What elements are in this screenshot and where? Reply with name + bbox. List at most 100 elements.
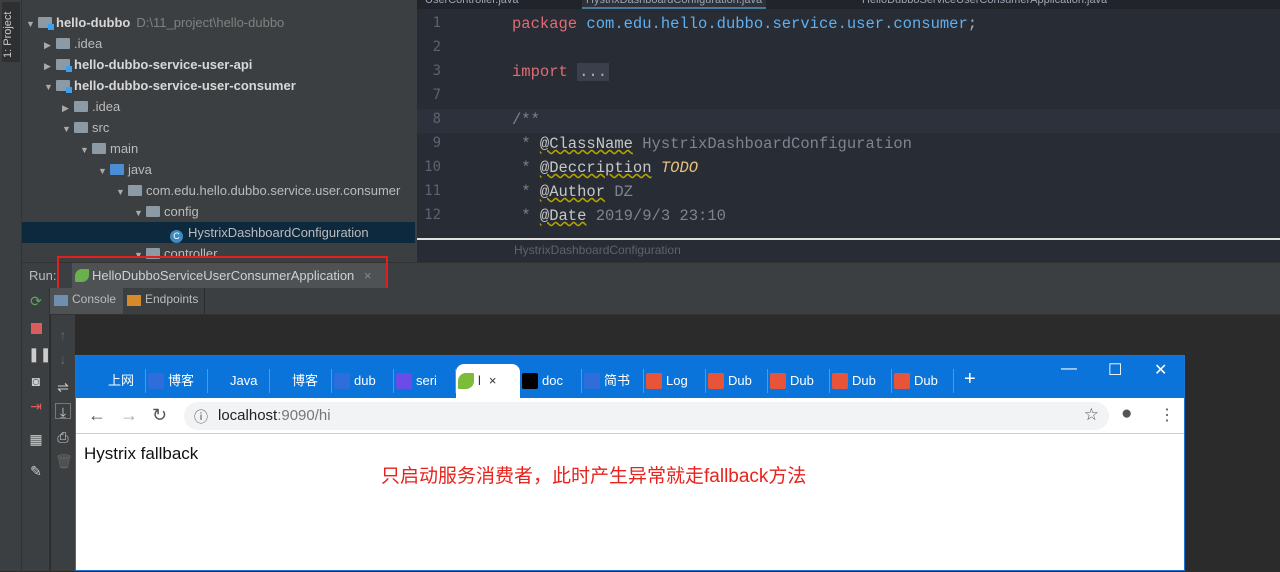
tree-row[interactable]: ▼ hello-dubbo-service-user-consumer xyxy=(22,75,415,96)
tree-row[interactable]: ▶ .idea xyxy=(22,96,415,117)
close-window-icon[interactable]: ✕ xyxy=(1154,360,1167,380)
minimize-icon[interactable]: — xyxy=(1061,360,1077,378)
browser-tab[interactable]: seri xyxy=(394,369,456,393)
browser-tab[interactable]: 简书 xyxy=(582,369,644,393)
pin-icon[interactable]: ✎ xyxy=(28,463,44,479)
code-line: * @ClassName HystrixDashboardConfigurati… xyxy=(512,135,912,153)
package-icon xyxy=(128,185,142,196)
jianshu-icon xyxy=(832,373,848,389)
pause-icon[interactable]: ❚❚ xyxy=(28,346,51,362)
browser-tab[interactable]: Java xyxy=(208,369,270,393)
back-icon[interactable]: ← xyxy=(88,405,106,426)
forward-icon[interactable]: → xyxy=(120,405,138,426)
tree-row[interactable]: ▶ .idea xyxy=(22,33,415,54)
menu-icon[interactable]: ⋮ xyxy=(1159,405,1175,425)
tree-row-selected[interactable]: C HystrixDashboardConfiguration xyxy=(22,222,415,243)
browser-tab[interactable]: Log xyxy=(644,369,706,393)
browser-tab[interactable]: 上网 xyxy=(86,369,146,393)
tree-row[interactable]: ▼ main xyxy=(22,138,415,159)
folder-icon xyxy=(92,143,106,154)
browser-tab[interactable]: Dub xyxy=(706,369,768,393)
tree-row[interactable]: ▼ config xyxy=(22,201,415,222)
editor-tab[interactable]: HelloDubboServiceUserConsumerApplication… xyxy=(862,0,1107,9)
a-icon xyxy=(522,373,538,389)
module-folder-icon xyxy=(56,80,72,93)
baidu-icon xyxy=(584,373,600,389)
line-number: 7 xyxy=(432,87,441,103)
run-subtabs: Console Endpoints xyxy=(50,288,1280,315)
browser-tab-label: doc xyxy=(542,373,563,388)
run-label: Run: xyxy=(29,268,57,283)
tree-row[interactable]: ▼ src xyxy=(22,117,415,138)
browser-tab-strip: 上网 博客 Java 博客 dub seri l × doc 简书 Log Dub Dub Dub Dub +… xyxy=(76,356,1184,398)
rerun-icon[interactable]: ⟳ xyxy=(28,293,44,309)
browser-tab-label: Dub xyxy=(852,373,876,388)
reload-icon[interactable]: ↻ xyxy=(152,405,167,426)
layout-icon[interactable]: ▦ xyxy=(28,431,44,447)
folder-icon xyxy=(74,101,88,112)
console-tab[interactable]: Console xyxy=(50,288,123,314)
browser-tab[interactable]: Dub xyxy=(892,369,954,393)
browser-tab-label: seri xyxy=(416,373,437,388)
console-toolbar: ↑ ↓ ⇌ ⤓ ⎙ 🗑 xyxy=(51,315,75,571)
code-line: * @Date 2019/9/3 23:10 xyxy=(512,207,726,225)
trash-icon[interactable]: 🗑 xyxy=(55,453,73,469)
editor-tab[interactable]: UserController.java xyxy=(425,0,519,9)
project-tree: ▼ hello-dubbo D:\11_project\hello-dubbo ▶.… xyxy=(22,0,417,262)
browser-tab[interactable]: l × xyxy=(456,364,520,398)
baidu-icon xyxy=(334,373,350,389)
soft-wrap-icon[interactable]: ⇌ xyxy=(55,379,71,395)
code-line: * @Deccription TODO xyxy=(512,159,699,177)
bookmark-star-icon[interactable]: ☆ xyxy=(1084,405,1099,425)
tree-row[interactable]: ▶ hello-dubbo-service-user-api xyxy=(22,54,415,75)
browser-tab-label: 简书 xyxy=(604,373,631,388)
browser-tab[interactable]: Dub xyxy=(830,369,892,393)
tree-row[interactable]: ▼ com.edu.hello.dubbo.service.user.consum… xyxy=(22,180,415,201)
code-editor[interactable]: UserController.java HystrixDashboardConf… xyxy=(417,0,1280,262)
maximize-icon[interactable]: ☐ xyxy=(1108,360,1122,380)
jianshu-icon xyxy=(646,373,662,389)
editor-breadcrumb[interactable]: HystrixDashboardConfiguration xyxy=(417,238,1280,262)
baidu-icon xyxy=(148,373,164,389)
camera-icon[interactable]: ◙ xyxy=(28,373,44,389)
new-tab-button[interactable]: + xyxy=(964,368,976,391)
profile-icon[interactable]: ● xyxy=(1121,403,1132,425)
endpoints-tab[interactable]: Endpoints xyxy=(123,288,205,314)
browser-tab[interactable]: 博客 xyxy=(146,369,208,393)
line-number: 3 xyxy=(432,63,441,79)
close-tab-icon[interactable]: × xyxy=(489,373,497,388)
browser-tab-label: Java xyxy=(230,373,258,388)
stop-icon[interactable] xyxy=(28,321,44,337)
browser-tab[interactable]: doc xyxy=(520,369,582,393)
exit-icon[interactable]: ⇥ xyxy=(28,398,44,414)
scroll-to-end-icon[interactable]: ⤓ xyxy=(55,403,71,420)
project-tool-button[interactable]: 1: Project xyxy=(2,2,20,62)
idea-icon xyxy=(272,373,288,389)
editor-tabs: UserController.java HystrixDashboardConf… xyxy=(417,0,1280,9)
run-toolbar: ⟳ ❚❚ ◙ ⇥ ▦ ✎ xyxy=(22,288,51,571)
console-icon xyxy=(54,295,68,306)
up-arrow-icon[interactable]: ↑ xyxy=(55,327,71,343)
class-icon: C xyxy=(170,230,183,243)
browser-tab[interactable]: 博客 xyxy=(270,369,332,393)
down-arrow-icon[interactable]: ↓ xyxy=(55,351,71,367)
address-bar[interactable]: ⓘ localhost:9090/hi ☆ xyxy=(184,402,1109,430)
print-icon[interactable]: ⎙ xyxy=(55,429,71,445)
jianshu-icon xyxy=(708,373,724,389)
module-folder-icon xyxy=(56,59,72,72)
folder-icon xyxy=(74,122,88,133)
current-line-highlight xyxy=(417,109,1280,133)
line-number: 9 xyxy=(432,135,441,151)
browser-tab[interactable]: Dub xyxy=(768,369,830,393)
tree-row[interactable]: ▼ java xyxy=(22,159,415,180)
source-folder-icon xyxy=(110,164,124,175)
idea-icon xyxy=(210,373,226,389)
code-line: /** xyxy=(512,111,540,129)
folded-imports[interactable]: ... xyxy=(577,63,610,81)
tree-row[interactable]: ▼ hello-dubbo D:\11_project\hello-dubbo xyxy=(22,12,415,33)
code-line: package com.edu.hello.dubbo.service.user… xyxy=(512,15,978,33)
line-number: 10 xyxy=(424,159,441,175)
editor-tab-active[interactable]: HystrixDashboardConfiguration.java xyxy=(582,0,767,9)
browser-tab-label: Dub xyxy=(914,373,938,388)
browser-tab[interactable]: dub xyxy=(332,369,394,393)
